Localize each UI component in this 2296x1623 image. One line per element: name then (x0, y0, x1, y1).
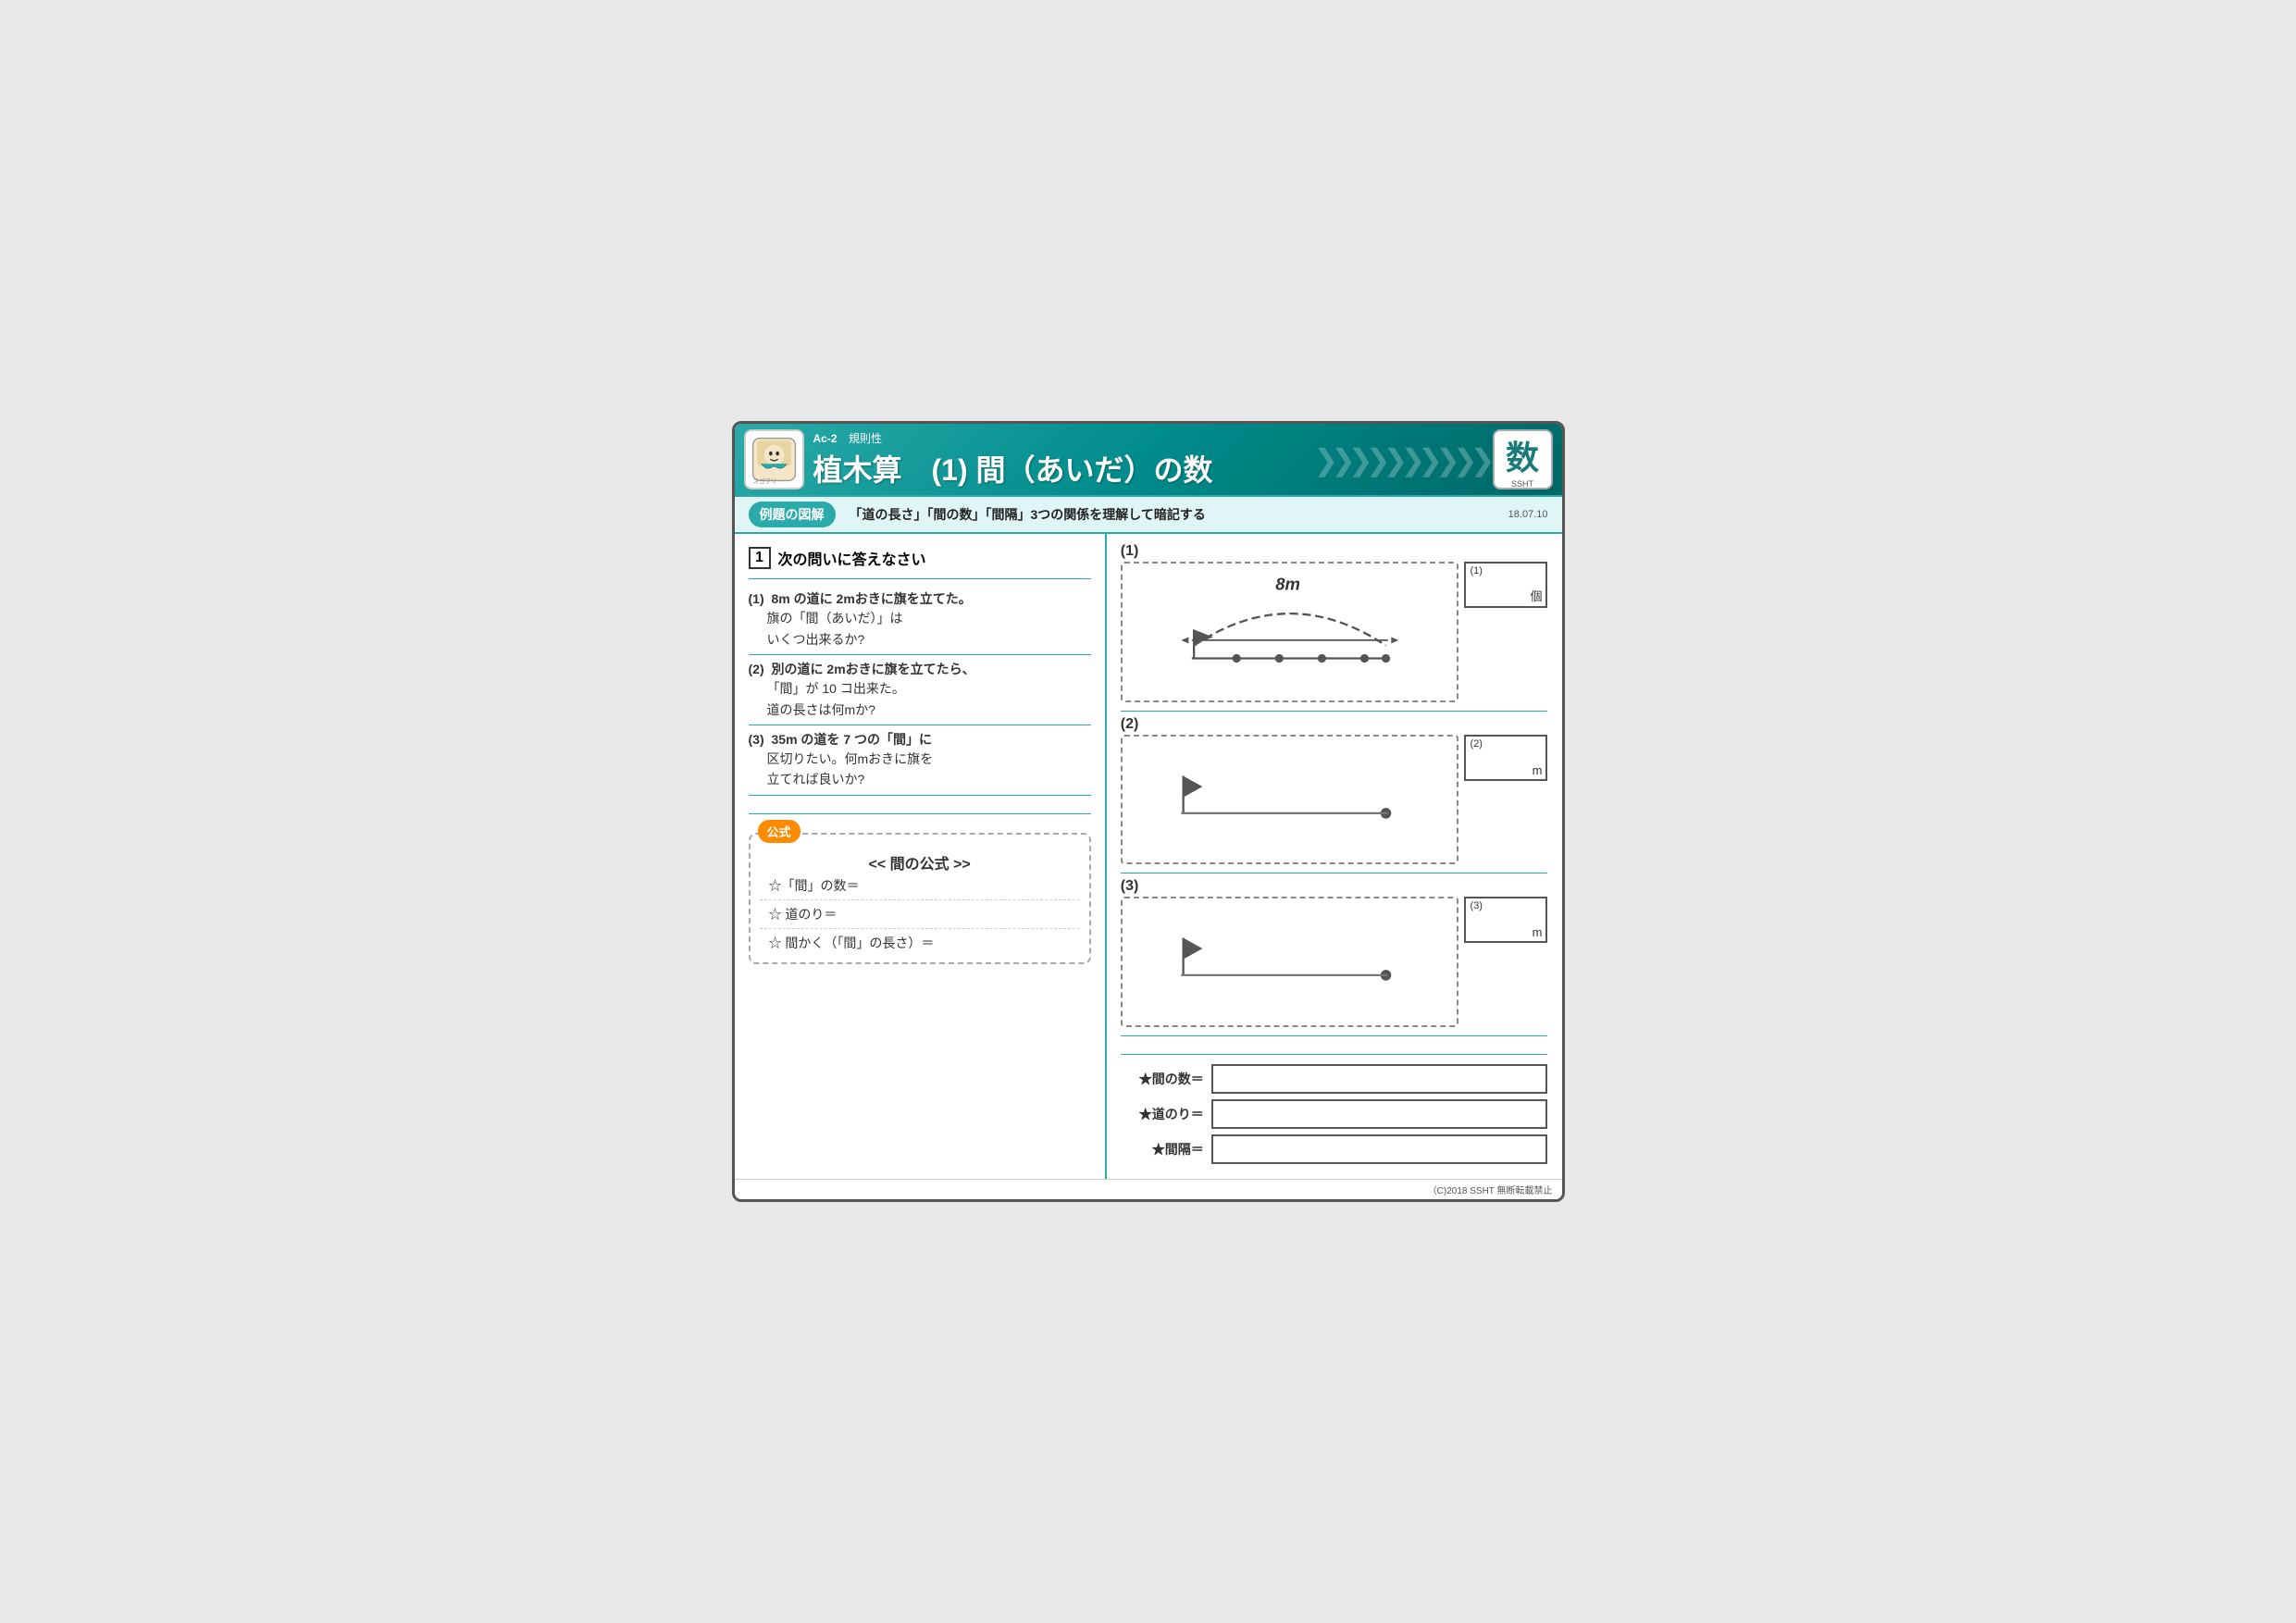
section-number-box: 1 (749, 547, 771, 569)
diagram-3-label: (3) (1121, 878, 1459, 895)
q2-label: (2) 別の道に 2mおきに旗を立てたら、 (749, 660, 1091, 678)
diagram-3-box (1121, 897, 1459, 1026)
q1-text2: 旗の「間（あいだ）」は (749, 608, 1091, 628)
mascot-icon: スゴプリ (C)2018 SSHT (749, 434, 800, 485)
q3-text2: 区切りたい。何mおきに旗を (749, 749, 1091, 769)
answer-1-area: (1) 個 (1464, 543, 1547, 608)
section-title: 1 次の問いに答えなさい (749, 543, 1091, 573)
formula-input-3[interactable] (1211, 1134, 1548, 1164)
footer: （C)2018 SSHT 無断転載禁止 (735, 1179, 1562, 1199)
date-text: 18.07.10 (1508, 509, 1548, 520)
diagram-2-box (1121, 735, 1459, 864)
formula-input-2[interactable] (1211, 1099, 1548, 1129)
formula-badge: 公式 (758, 820, 800, 843)
reidai-badge: 例題の図解 (749, 502, 836, 527)
diagram-2-svg (1130, 744, 1450, 850)
right-column: (1) 8m (1107, 534, 1562, 1178)
main-content: 1 次の問いに答えなさい (1) 8m の道に 2mおきに旗を立てた。 旗の「間… (735, 534, 1562, 1178)
question-2-block: (2) 別の道に 2mおきに旗を立てたら、 「間」が 10 コ出来た。 道の長さ… (749, 655, 1091, 725)
diagram-3-container: (3) (1121, 878, 1459, 1031)
diagram-2-container: (2) (1121, 716, 1459, 869)
formula-star-label-2: ★道のり＝ (1121, 1105, 1204, 1123)
sub-header: 例題の図解 「道の長さ」「間の数」「間隔」3つの関係を理解して暗記する 18.0… (735, 495, 1562, 534)
question-3-block: (3) 35m の道を 7 つの「間」に 区切りたい。何mおきに旗を 立てれば良… (749, 725, 1091, 796)
sub-header-description: 「道の長さ」「間の数」「間隔」3つの関係を理解して暗記する (850, 505, 1206, 524)
q3-label: (3) 35m の道を 7 つの「間」に (749, 730, 1091, 749)
formula-row-3: ★間隔＝ (1121, 1134, 1548, 1164)
answer-3-area: (3) m (1464, 878, 1547, 943)
svg-text:スゴプリ: スゴプリ (752, 477, 776, 486)
diagram-1-label: (1) (1121, 543, 1459, 560)
formula-title: << 間の公式 >> (760, 844, 1080, 873)
header: スゴプリ (C)2018 SSHT Ac-2 規則性 植木算 (1) 間（あいだ… (735, 424, 1562, 495)
formula-item-1: ☆「間」の数＝ (760, 873, 1080, 898)
left-column: 1 次の問いに答えなさい (1) 8m の道に 2mおきに旗を立てた。 旗の「間… (735, 534, 1107, 1178)
q3-text3: 立てれば良いか? (749, 769, 1091, 789)
formula-input-1[interactable] (1211, 1064, 1548, 1094)
formula-star-label-1: ★間の数＝ (1121, 1070, 1204, 1088)
bottom-formula-area: ★間の数＝ ★道のり＝ ★間隔＝ (1121, 1064, 1548, 1164)
chevron-pattern: ❯❯❯❯❯❯❯❯❯❯ (1313, 424, 1487, 495)
diagram-3-svg (1130, 906, 1450, 1012)
diagram-1-box: 8m (1121, 562, 1459, 702)
formula-row-2: ★道のり＝ (1121, 1099, 1548, 1129)
answer-box-2[interactable]: (2) m (1464, 735, 1547, 781)
header-icon-kanji: 数 (1506, 431, 1539, 479)
mascot-box: スゴプリ (C)2018 SSHT (744, 429, 804, 489)
formula-row-1: ★間の数＝ (1121, 1064, 1548, 1094)
formula-item-2: ☆ 道のり＝ (760, 902, 1080, 926)
answer-2-area: (2) m (1464, 716, 1547, 781)
formula-star-label-3: ★間隔＝ (1121, 1140, 1204, 1158)
worksheet: スゴプリ (C)2018 SSHT Ac-2 規則性 植木算 (1) 間（あいだ… (732, 421, 1565, 1201)
header-icon-label: SSHT (1511, 479, 1533, 489)
q1-text3: いくつ出来るか? (749, 629, 1091, 650)
q1-label: (1) 8m の道に 2mおきに旗を立てた。 (749, 589, 1091, 608)
formula-item-3: ☆ 間かく（「間」の長さ）＝ (760, 931, 1080, 955)
diagram-1-container: (1) 8m (1121, 543, 1459, 707)
q2-text3: 道の長さは何mか? (749, 700, 1091, 720)
diagram-3-section: (3) (1121, 878, 1548, 1035)
answer-box-3[interactable]: (3) m (1464, 897, 1547, 943)
diagram-2-section: (2) (1121, 716, 1548, 873)
q2-text2: 「間」が 10 コ出来た。 (749, 678, 1091, 699)
svg-text:8m: 8m (1275, 575, 1300, 594)
question-1-block: (1) 8m の道に 2mおきに旗を立てた。 旗の「間（あいだ）」は いくつ出来… (749, 585, 1091, 655)
formula-section: 公式 << 間の公式 >> ☆「間」の数＝ ☆ 道のり＝ ☆ 間かく（「間」の長… (749, 833, 1091, 964)
answer-box-1[interactable]: (1) 個 (1464, 562, 1547, 608)
diagram-2-label: (2) (1121, 716, 1459, 733)
header-icon-box: 数 SSHT (1493, 429, 1553, 489)
diagram-1-section: (1) 8m (1121, 543, 1548, 712)
diagram-1-svg: 8m (1130, 571, 1450, 688)
